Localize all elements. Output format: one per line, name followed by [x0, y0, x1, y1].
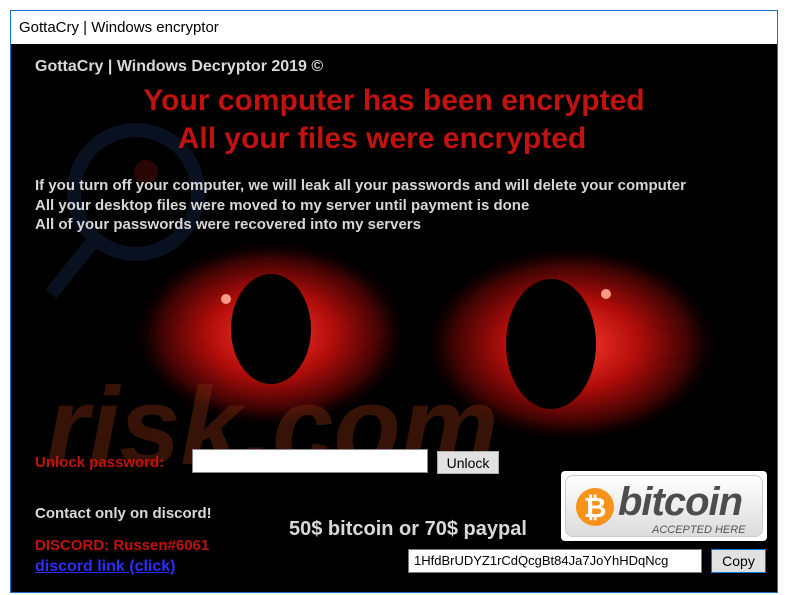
- discord-handle: DISCORD: Russen#6061: [35, 537, 210, 554]
- price-text: 50$ bitcoin or 70$ paypal: [289, 518, 527, 540]
- window-titlebar[interactable]: GottaCry | Windows encryptor: [11, 11, 777, 44]
- app-window: GottaCry | Windows encryptor risk.com Go…: [10, 10, 778, 593]
- unlock-button[interactable]: Unlock: [437, 451, 499, 474]
- headline-encrypted: Your computer has been encrypted: [143, 84, 645, 117]
- window-content: risk.com GottaCry | Windows Decryptor 20…: [11, 44, 777, 592]
- discord-link[interactable]: discord link (click): [35, 558, 175, 576]
- bitcoin-address-field[interactable]: 1HfdBrUDYZ1rCdQcgBt84Ja7JoYhHDqNcg: [408, 549, 702, 573]
- warning-line: All of your passwords were recovered int…: [35, 216, 421, 233]
- unlock-password-input[interactable]: [192, 449, 428, 473]
- warning-line: All your desktop files were moved to my …: [35, 197, 530, 214]
- warning-line: If you turn off your computer, we will l…: [35, 177, 686, 194]
- headline-files: All your files were encrypted: [177, 122, 587, 155]
- window-title: GottaCry | Windows encryptor: [19, 19, 219, 36]
- bitcoin-accepted-badge: ₿ bitcoin ACCEPTED HERE: [561, 471, 767, 541]
- unlock-password-label: Unlock password:: [35, 454, 165, 471]
- bitcoin-accepted-subtitle: ACCEPTED HERE: [652, 524, 746, 536]
- copy-button[interactable]: Copy: [711, 549, 766, 573]
- contact-note: Contact only on discord!: [35, 505, 212, 522]
- bitcoin-wordmark: bitcoin: [618, 480, 743, 524]
- bitcoin-icon: ₿: [576, 488, 614, 526]
- app-title: GottaCry | Windows Decryptor 2019 ©: [35, 58, 324, 75]
